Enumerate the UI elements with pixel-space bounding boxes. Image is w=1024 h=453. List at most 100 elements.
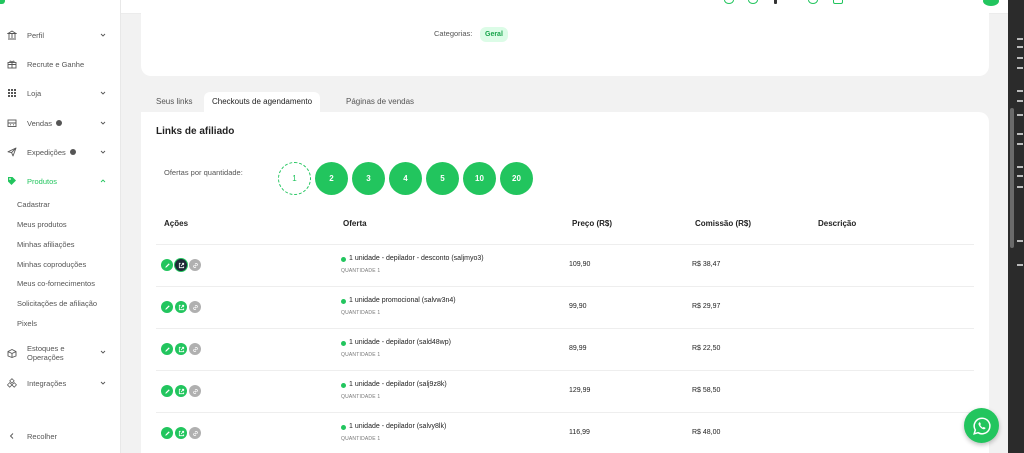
qty-option-10[interactable]: 10: [463, 162, 496, 195]
notification-icon[interactable]: [724, 0, 734, 4]
status-dot: [341, 341, 346, 346]
status-dot: [341, 299, 346, 304]
commission-cell: R$ 38,47: [692, 261, 721, 268]
box-icon: [6, 348, 17, 359]
sidebar-subitem-cadastrar[interactable]: Cadastrar: [17, 198, 50, 212]
qty-option-3[interactable]: 3: [352, 162, 385, 195]
label-line2: Operações: [27, 353, 64, 362]
offer-qty: QUANTIDADE 1: [341, 352, 381, 358]
price-cell: 116,99: [569, 429, 590, 436]
sidebar-item-label: Integrações: [27, 378, 67, 388]
sidebar-subitem-meus-produtos[interactable]: Meus produtos: [17, 218, 67, 232]
commission-cell: R$ 58,50: [692, 387, 721, 394]
calendar-icon[interactable]: [833, 0, 843, 4]
edit-icon[interactable]: [161, 301, 173, 313]
external-link-icon[interactable]: [175, 301, 187, 313]
offer-name: 1 unidade - depilador - desconto (saljmy…: [349, 255, 484, 262]
sidebar-item-label: Recrute e Ganhe: [27, 59, 85, 69]
settings-icon[interactable]: [808, 0, 818, 4]
logo: [0, 0, 5, 4]
chevron-left-icon: [6, 431, 17, 442]
row-actions: [161, 259, 201, 271]
offer-qty: QUANTIDADE 1: [341, 268, 381, 274]
link-icon[interactable]: [189, 301, 201, 313]
row-divider: [156, 412, 974, 413]
bank-icon: [6, 30, 17, 41]
tag-icon: [6, 176, 17, 187]
category-badge: Geral: [480, 27, 508, 42]
info-icon: [69, 149, 76, 155]
column-header-acoes: Ações: [164, 219, 189, 228]
sidebar-item-estoques[interactable]: Estoques e Operações: [0, 342, 121, 364]
sidebar-item-integracoes[interactable]: Integrações: [0, 373, 121, 393]
qty-option-1[interactable]: 1: [278, 162, 311, 195]
qty-option-2[interactable]: 2: [315, 162, 348, 195]
external-link-icon[interactable]: [175, 343, 187, 355]
sidebar-subitem-meus-cofornecimentos[interactable]: Meus co-fornecimentos: [17, 277, 95, 291]
chevron-down-icon: [100, 350, 106, 354]
collapse-sidebar-button[interactable]: Recolher: [0, 426, 121, 446]
qty-option-4[interactable]: 4: [389, 162, 422, 195]
collapse-label: Recolher: [27, 431, 58, 441]
offer-qty: QUANTIDADE 1: [341, 394, 381, 400]
offer-name: 1 unidade - depilador (salj9z8k): [349, 381, 447, 388]
chevron-down-icon: [100, 33, 106, 37]
info-icon: [56, 120, 63, 126]
offer-name: 1 unidade - depilador (sald48wp): [349, 339, 451, 346]
sidebar-item-label: Produtos: [27, 176, 58, 186]
external-link-icon[interactable]: [175, 385, 187, 397]
edit-icon[interactable]: [161, 343, 173, 355]
price-cell: 99,90: [569, 303, 587, 310]
edit-icon[interactable]: [161, 259, 173, 271]
categories-label: Categorias:: [434, 29, 473, 38]
affiliate-links-card: [141, 112, 989, 453]
qty-option-20[interactable]: 20: [500, 162, 533, 195]
sidebar-item-expedicoes[interactable]: Expedições: [0, 142, 121, 162]
qty-option-5[interactable]: 5: [426, 162, 459, 195]
link-icon[interactable]: [189, 385, 201, 397]
row-divider: [156, 328, 974, 329]
link-icon[interactable]: [189, 427, 201, 439]
sidebar-subitem-minhas-afiliacoes[interactable]: Minhas afiliações: [17, 238, 75, 252]
price-cell: 89,99: [569, 345, 587, 352]
status-dot: [341, 383, 346, 388]
edit-icon[interactable]: [161, 427, 173, 439]
row-divider: [156, 244, 974, 245]
offer-name: 1 unidade promocional (salvw3n4): [349, 297, 456, 304]
whatsapp-button[interactable]: [964, 408, 999, 443]
sidebar-item-vendas[interactable]: Vendas: [0, 113, 121, 133]
row-divider: [156, 286, 974, 287]
sidebar-subitem-pixels[interactable]: Pixels: [17, 317, 37, 331]
sidebar-subitem-minhas-coproducoes[interactable]: Minhas coproduções: [17, 258, 86, 272]
row-actions: [161, 343, 201, 355]
side-panel-strip: [1008, 0, 1024, 453]
chevron-down-icon: [100, 381, 106, 385]
edit-icon[interactable]: [161, 385, 173, 397]
row-actions: [161, 385, 201, 397]
tab-seus-links[interactable]: Seus links: [156, 92, 192, 112]
sidebar-item-perfil[interactable]: Perfil: [0, 25, 121, 45]
cash-register-icon: [6, 118, 17, 129]
link-icon[interactable]: [189, 343, 201, 355]
offer-qty: QUANTIDADE 1: [341, 310, 381, 316]
status-dot: [341, 257, 346, 262]
column-header-oferta: Oferta: [343, 219, 367, 228]
sidebar-subitem-solicitacoes[interactable]: Solicitações de afiliação: [17, 297, 97, 311]
row-divider: [156, 370, 974, 371]
sidebar-item-loja[interactable]: Loja: [0, 83, 121, 103]
external-link-icon[interactable]: [175, 259, 187, 271]
tab-checkouts-agendamento[interactable]: Checkouts de agendamento: [204, 92, 321, 112]
scrollbar[interactable]: [1010, 108, 1014, 248]
price-cell: 129,99: [569, 387, 591, 394]
separator-icon: [774, 0, 777, 4]
wallet-icon[interactable]: [748, 0, 758, 4]
tab-paginas-vendas[interactable]: Páginas de vendas: [346, 92, 414, 112]
sidebar-item-produtos[interactable]: Produtos: [0, 171, 121, 191]
sidebar-item-recrute[interactable]: Recrute e Ganhe: [0, 54, 121, 74]
sidebar-item-label: Loja: [27, 88, 42, 98]
external-link-icon[interactable]: [175, 427, 187, 439]
link-icon[interactable]: [189, 259, 201, 271]
sidebar-item-label: Perfil: [27, 30, 45, 40]
gift-icon: [6, 59, 17, 70]
chevron-down-icon: [100, 91, 106, 95]
